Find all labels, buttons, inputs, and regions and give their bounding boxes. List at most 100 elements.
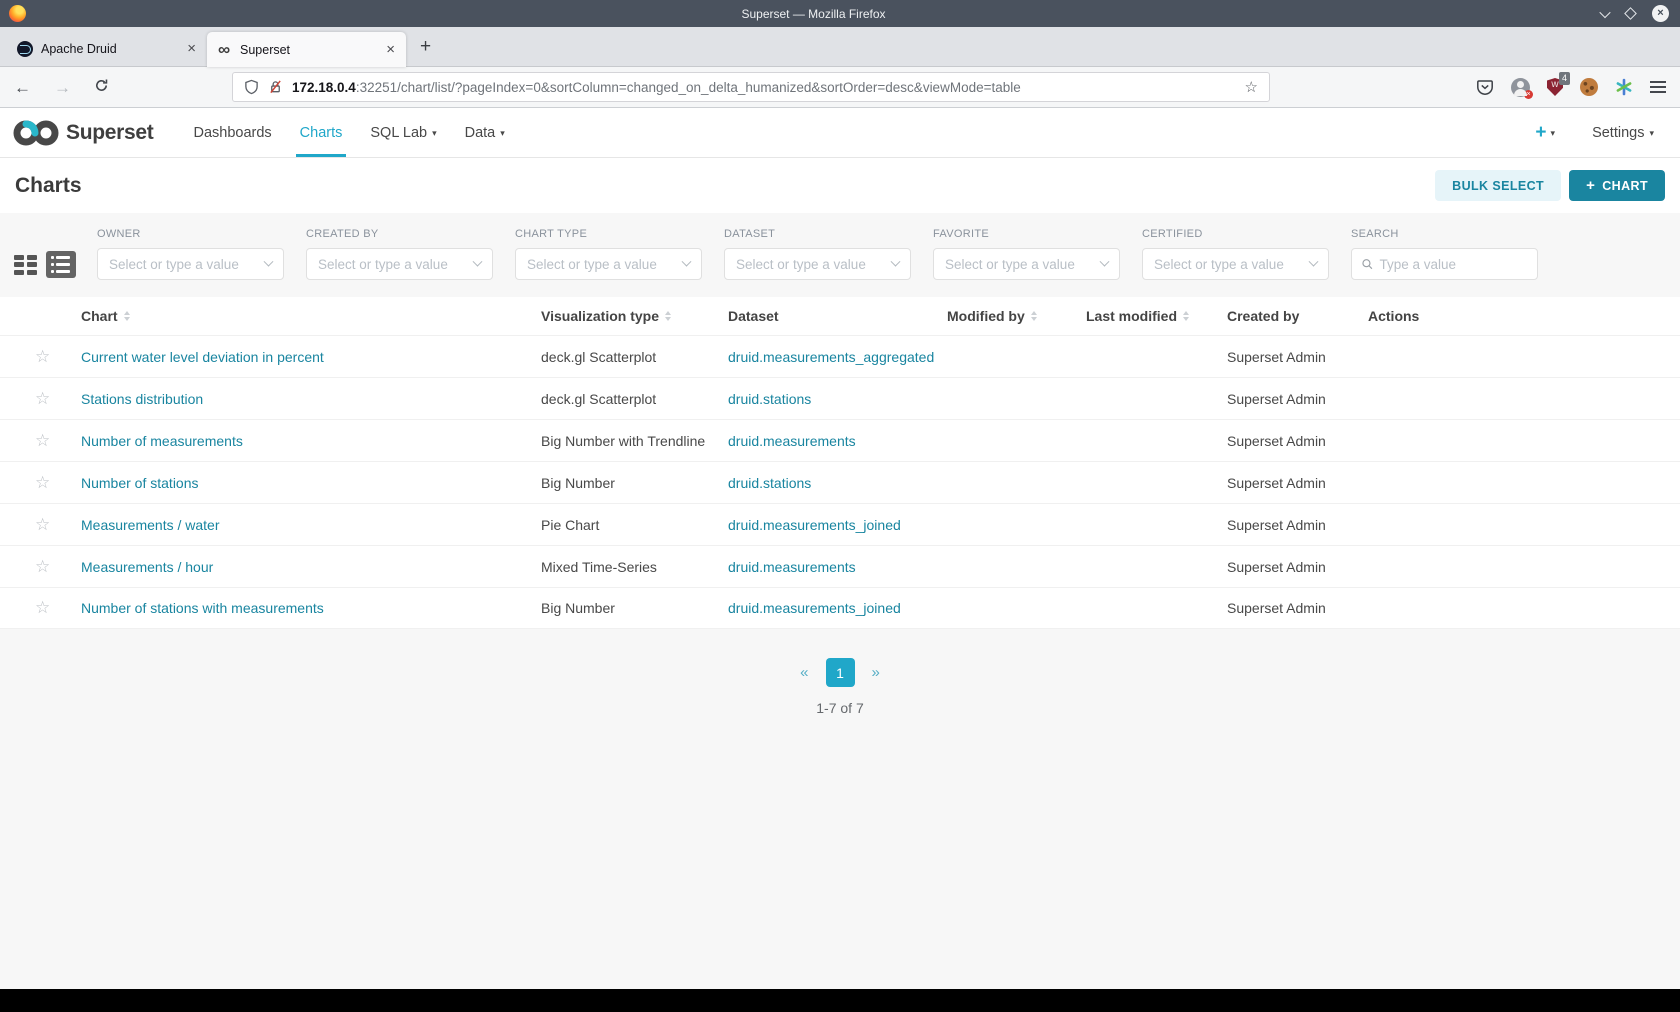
reload-icon[interactable] <box>94 78 109 96</box>
page-1-button[interactable]: 1 <box>825 658 855 687</box>
settings-menu[interactable]: Settings ▾ <box>1592 125 1654 141</box>
new-tab-button[interactable]: + <box>420 36 431 58</box>
chart-link[interactable]: Stations distribution <box>81 391 203 407</box>
chart-type-filter-select[interactable]: Select or type a value <box>515 248 702 280</box>
account-icon[interactable]: × <box>1511 77 1533 99</box>
dataset-link[interactable]: druid.measurements <box>728 559 856 575</box>
forward-icon[interactable]: → <box>54 79 71 96</box>
col-header-modified-by[interactable]: Modified by <box>947 308 1086 324</box>
next-page-button[interactable]: » <box>864 664 888 681</box>
dataset-filter-select[interactable]: Select or type a value <box>724 248 911 280</box>
favorite-filter-select[interactable]: Select or type a value <box>933 248 1120 280</box>
chevron-down-icon: ▾ <box>1649 128 1654 138</box>
nav-sql-lab[interactable]: SQL Lab ▾ <box>356 108 450 157</box>
card-view-icon[interactable] <box>14 254 37 275</box>
tab-bar: Apache Druid × ∞ Superset × + <box>0 27 1680 67</box>
infinity-logo-icon <box>13 120 59 145</box>
viz-type: Pie Chart <box>541 516 600 533</box>
tab-apache-druid[interactable]: Apache Druid × <box>8 31 207 66</box>
created-by: Superset Admin <box>1227 474 1326 491</box>
back-icon[interactable]: ← <box>14 79 31 96</box>
created-by: Superset Admin <box>1227 432 1326 449</box>
dataset-link[interactable]: druid.measurements_joined <box>728 517 901 533</box>
pocket-icon[interactable] <box>1476 78 1494 96</box>
filter-label-chart-type: CHART TYPE <box>515 228 588 240</box>
extension-asterisk-icon[interactable] <box>1615 78 1633 96</box>
viz-type: Big Number with Trendline <box>541 432 706 449</box>
favorite-star-icon[interactable]: ☆ <box>14 347 81 367</box>
bookmark-star-icon[interactable]: ☆ <box>1245 78 1258 96</box>
sort-icon[interactable] <box>1030 311 1037 321</box>
favorite-star-icon[interactable]: ☆ <box>14 389 81 409</box>
col-header-chart[interactable]: Chart <box>81 308 541 324</box>
window-title: Superset — Mozilla Firefox <box>741 6 886 21</box>
url-bar[interactable]: 172.18.0.4:32251/chart/list/?pageIndex=0… <box>232 72 1270 102</box>
viz-type: Big Number <box>541 474 615 491</box>
chart-link[interactable]: Number of measurements <box>81 433 243 449</box>
adblock-shield-icon[interactable]: 4 <box>1547 72 1570 96</box>
page-header: Charts BULK SELECT + CHART <box>0 158 1680 213</box>
created-by: Superset Admin <box>1227 348 1326 365</box>
filter-label-search: SEARCH <box>1351 228 1399 240</box>
chevron-down-icon <box>1099 256 1110 267</box>
dataset-link[interactable]: druid.measurements <box>728 433 856 449</box>
owner-filter-select[interactable]: Select or type a value <box>97 248 284 280</box>
chart-link[interactable]: Measurements / water <box>81 517 220 533</box>
superset-logo[interactable]: Superset <box>13 118 154 148</box>
dataset-link[interactable]: druid.measurements_aggregated <box>728 349 934 365</box>
nav-dashboards[interactable]: Dashboards <box>179 108 285 157</box>
new-dropdown-button[interactable]: + ▾ <box>1535 123 1555 142</box>
dataset-link[interactable]: druid.measurements_joined <box>728 600 901 616</box>
favorite-star-icon[interactable]: ☆ <box>14 598 81 618</box>
tab-title: Superset <box>240 42 291 57</box>
minimize-icon[interactable] <box>1599 6 1611 18</box>
col-header-last-modified[interactable]: Last modified <box>1086 308 1227 324</box>
filter-label-owner: OWNER <box>97 228 141 240</box>
chart-link[interactable]: Current water level deviation in percent <box>81 349 324 365</box>
insecure-lock-icon[interactable] <box>268 79 283 95</box>
tab-close-icon[interactable]: × <box>384 41 397 58</box>
druid-favicon <box>17 40 33 57</box>
chart-link[interactable]: Number of stations with measurements <box>81 600 324 616</box>
sort-icon[interactable] <box>123 311 130 321</box>
col-header-created-by: Created by <box>1227 308 1300 324</box>
certified-filter-select[interactable]: Select or type a value <box>1142 248 1329 280</box>
nav-charts[interactable]: Charts <box>286 108 357 157</box>
dataset-link[interactable]: druid.stations <box>728 391 811 407</box>
dataset-link[interactable]: druid.stations <box>728 475 811 491</box>
search-input[interactable] <box>1379 256 1528 272</box>
cookie-icon[interactable] <box>1580 78 1598 96</box>
url-path: :32251/chart/list/?pageIndex=0&sortColum… <box>355 79 1021 95</box>
menu-icon[interactable] <box>1650 80 1666 94</box>
close-icon[interactable]: × <box>1652 5 1669 22</box>
maximize-icon[interactable] <box>1624 7 1637 20</box>
brand-name: Superset <box>66 120 154 144</box>
tracking-shield-icon[interactable] <box>244 79 259 95</box>
superset-navbar: Superset Dashboards Charts SQL Lab ▾ Data… <box>0 108 1680 158</box>
table-row: ☆ Current water level deviation in perce… <box>0 335 1680 377</box>
tab-close-icon[interactable]: × <box>185 40 198 57</box>
favorite-star-icon[interactable]: ☆ <box>14 473 81 493</box>
list-view-icon[interactable] <box>45 251 76 278</box>
nav-data[interactable]: Data ▾ <box>451 108 519 157</box>
favorite-star-icon[interactable]: ☆ <box>14 557 81 577</box>
chart-link[interactable]: Measurements / hour <box>81 559 213 575</box>
chart-link[interactable]: Number of stations <box>81 475 199 491</box>
created-by-filter-select[interactable]: Select or type a value <box>306 248 493 280</box>
chevron-down-icon <box>890 256 901 267</box>
chevron-down-icon <box>472 256 483 267</box>
prev-page-button[interactable]: « <box>792 664 816 681</box>
tab-superset[interactable]: ∞ Superset × <box>207 32 406 67</box>
page-title: Charts <box>15 173 82 197</box>
favorite-star-icon[interactable]: ☆ <box>14 431 81 451</box>
sort-icon[interactable] <box>665 311 671 321</box>
favorite-star-icon[interactable]: ☆ <box>14 515 81 535</box>
chevron-down-icon: ▾ <box>1550 128 1556 138</box>
col-header-visualization-type[interactable]: Visualization type <box>541 308 728 324</box>
new-chart-button[interactable]: + CHART <box>1569 170 1665 201</box>
adblock-badge: 4 <box>1558 72 1570 85</box>
search-icon <box>1362 259 1373 270</box>
bulk-select-button[interactable]: BULK SELECT <box>1435 170 1562 201</box>
sort-icon[interactable] <box>1183 311 1190 321</box>
col-header-actions: Actions <box>1368 308 1420 324</box>
